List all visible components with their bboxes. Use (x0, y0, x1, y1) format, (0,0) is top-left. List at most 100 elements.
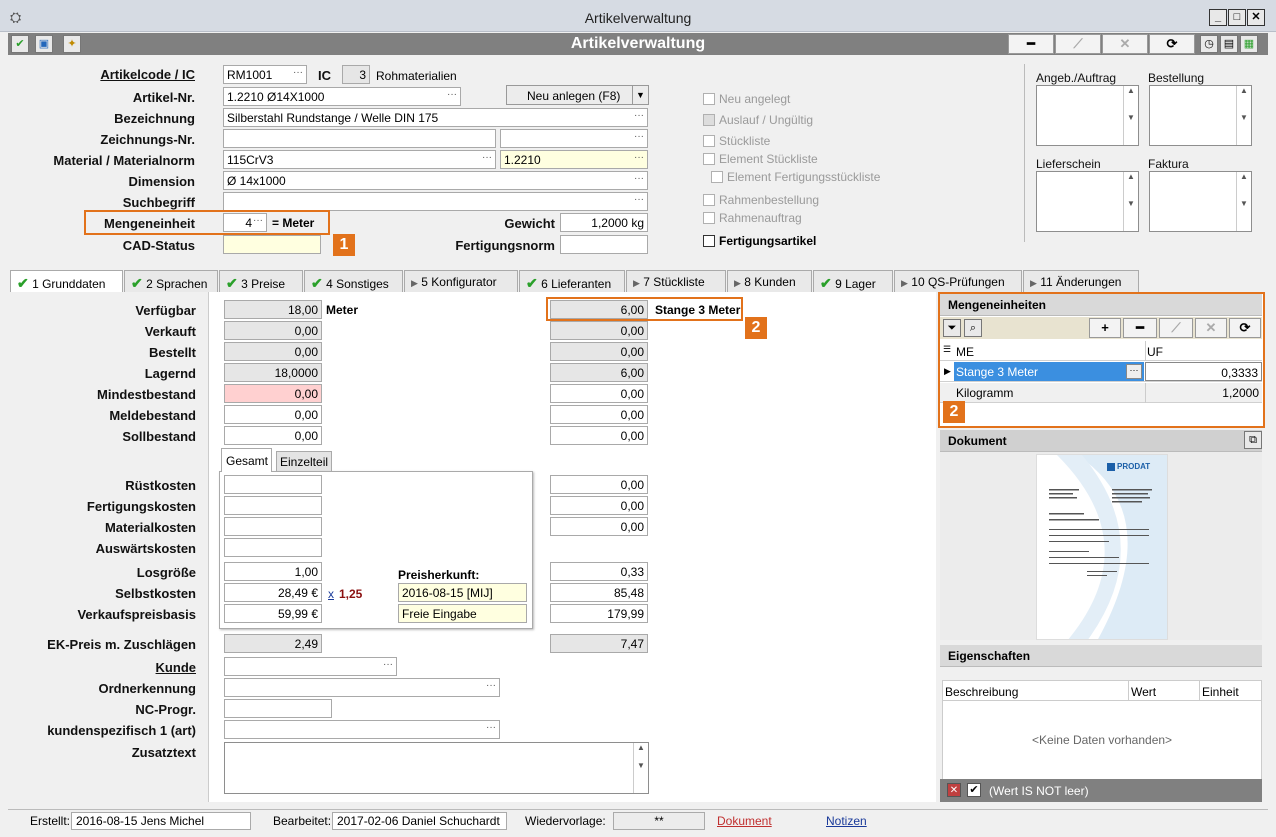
tab-sprachen[interactable]: ✔ 2 Sprachen (124, 270, 218, 292)
check-stueckliste[interactable]: Stückliste (703, 134, 770, 148)
zusatz-textarea[interactable]: ▲ ▼ (224, 742, 649, 794)
subtab-gesamt[interactable]: Gesamt (221, 448, 272, 472)
empty-message: <Keine Daten vorhanden> (1031, 733, 1173, 747)
lieferschein-textarea[interactable]: ▲ ▼ (1036, 171, 1139, 232)
col-wert[interactable]: Wert (1131, 685, 1156, 699)
dokument-link[interactable]: Dokument (717, 814, 772, 828)
cad-input[interactable] (223, 235, 321, 254)
check-auslauf[interactable]: Auslauf / Ungültig (703, 113, 813, 127)
check-element-stueckliste[interactable]: Element Stückliste (703, 152, 818, 166)
artikelnr-input[interactable]: 1.2210 Ø14X1000 ··· (223, 87, 461, 106)
cost-value-1[interactable] (224, 538, 322, 557)
close-icon[interactable]: ✕ (1247, 9, 1265, 26)
zeichnung-input[interactable] (223, 129, 496, 148)
tab-lieferanten[interactable]: ✔ 6 Lieferanten (519, 270, 625, 292)
suchbegriff-input[interactable]: ··· (223, 192, 648, 211)
ordner-label: Ordnerkennung (98, 681, 196, 696)
bezeichnung-input[interactable]: Silberstahl Rundstange / Welle DIN 175 ··… (223, 108, 648, 127)
restore-icon[interactable]: ⧉ (1244, 431, 1262, 449)
minimize-icon[interactable]: _ (1209, 9, 1227, 26)
gewicht-input[interactable]: 1,2000 kg (560, 213, 648, 232)
col-beschreibung[interactable]: Beschreibung (945, 685, 1018, 699)
stock-value-1[interactable]: 0,00 (224, 384, 322, 403)
cost-value-2[interactable]: 85,48 (550, 583, 648, 602)
stock-value-2[interactable]: 0,00 (550, 405, 648, 424)
kunde-input[interactable]: ··· (224, 657, 397, 676)
tab-sonstiges[interactable]: ✔ 4 Sonstiges (304, 270, 403, 292)
cost-value-1[interactable] (224, 517, 322, 536)
document-thumbnail[interactable]: PRODAT (1036, 454, 1168, 640)
cost-value-2[interactable]: 0,33 (550, 562, 648, 581)
filter-text: (Wert IS NOT leer) (989, 784, 1089, 798)
cost-value-1[interactable]: 1,00 (224, 562, 322, 581)
tab-stueckliste[interactable]: ▶ 7 Stückliste (626, 270, 726, 292)
check-fertigungsartikel[interactable]: Fertigungsartikel (703, 234, 816, 248)
stock-value-1[interactable]: 0,00 (224, 426, 322, 445)
subtab-einzelteil[interactable]: Einzelteil (276, 451, 332, 472)
materialnorm-input[interactable]: 1.2210 ··· (500, 150, 648, 169)
artikelcode-input[interactable]: RM1001 ··· (223, 65, 307, 84)
export-icon[interactable]: ▦ (1240, 35, 1258, 53)
stock-value-1[interactable]: 18,00 (224, 300, 322, 319)
cost-value-2[interactable]: 0,00 (550, 475, 648, 494)
stock-value-1[interactable]: 0,00 (224, 405, 322, 424)
neu-anlegen-button[interactable]: Neu anlegen (F8) ▼ (506, 85, 649, 105)
col-einheit[interactable]: Einheit (1202, 685, 1239, 699)
cost-value-1[interactable]: 28,49 € (224, 583, 322, 602)
artikelnr-label: Artikel-Nr. (132, 90, 195, 105)
stock-value-1[interactable]: 0,00 (224, 342, 322, 361)
cost-value-2[interactable]: 0,00 (550, 517, 648, 536)
tab-preise[interactable]: ✔ 3 Preise (219, 270, 303, 292)
nc-input[interactable] (224, 699, 332, 718)
cost-value-2[interactable]: 179,99 (550, 604, 648, 623)
tab-aenderungen[interactable]: ▶ 11 Änderungen (1023, 270, 1139, 292)
dimension-input[interactable]: Ø 14x1000 ··· (223, 171, 648, 190)
stock-value-2[interactable]: 0,00 (550, 321, 648, 340)
check-neu-angelegt[interactable]: Neu angelegt (703, 92, 790, 106)
ic-input[interactable]: 3 (342, 65, 370, 84)
preisherkunft-date: 2016-08-15 [MIJ] (398, 583, 527, 602)
refresh-button[interactable]: ⟳ (1149, 34, 1195, 54)
check-rahmenauftrag[interactable]: Rahmenauftrag (703, 211, 802, 225)
filter-checkbox[interactable]: ✔ (967, 783, 981, 797)
material-input[interactable]: 115CrV3 ··· (223, 150, 496, 169)
check-rahmenbestellung[interactable]: Rahmenbestellung (703, 193, 819, 207)
stock-value-1[interactable]: 18,0000 (224, 363, 322, 382)
zeichnung-input-2[interactable]: ··· (500, 129, 648, 148)
tab-konfigurator[interactable]: ▶ 5 Konfigurator (404, 270, 518, 292)
faktura-textarea[interactable]: ▲ ▼ (1149, 171, 1252, 232)
window-title: Artikelverwaltung (584, 10, 692, 26)
wiedervorlage-button[interactable]: ** (613, 812, 705, 830)
notizen-link[interactable]: Notizen (826, 814, 867, 828)
cost-value-2[interactable]: 0,00 (550, 496, 648, 515)
tab-kunden[interactable]: ▶ 8 Kunden (727, 270, 812, 292)
chevron-down-icon[interactable]: ▼ (632, 86, 648, 104)
clear-filter-icon[interactable]: ✕ (947, 783, 961, 797)
stock-value-1[interactable]: 0,00 (224, 321, 322, 340)
tab-grunddaten[interactable]: ✔ 1 Grunddaten (10, 270, 123, 293)
fertigungsnorm-input[interactable] (560, 235, 648, 254)
cost-value-1[interactable]: 59,99 € (224, 604, 322, 623)
stock-value-2[interactable]: 0,00 (550, 384, 648, 403)
edit-button[interactable]: ⟋ (1055, 34, 1101, 54)
stock-value-2[interactable]: 0,00 (550, 342, 648, 361)
angeb-textarea[interactable]: ▲ ▼ (1036, 85, 1139, 146)
factor-x-link[interactable]: x (328, 587, 334, 601)
bestellung-textarea[interactable]: ▲ ▼ (1149, 85, 1252, 146)
tab-qs-pruefungen[interactable]: ▶ 10 QS-Prüfungen (894, 270, 1022, 292)
remove-button[interactable]: ━ (1008, 34, 1054, 54)
box-icon[interactable]: ▤ (1220, 35, 1238, 53)
stock-label: Bestellt (149, 345, 196, 360)
clock-icon[interactable]: ◷ (1200, 35, 1218, 53)
maximize-icon[interactable]: □ (1228, 9, 1246, 26)
cost-value-1[interactable] (224, 496, 322, 515)
check-element-fertigung[interactable]: Element Fertigungsstückliste (711, 170, 880, 184)
stock-value-2[interactable]: 6,00 (550, 363, 648, 382)
tab-lager[interactable]: ✔ 9 Lager (813, 270, 893, 292)
cost-value-1[interactable] (224, 475, 322, 494)
ordner-input[interactable]: ··· (224, 678, 500, 697)
kunden1-input[interactable]: ··· (224, 720, 500, 739)
cancel-button[interactable]: ✕ (1102, 34, 1148, 54)
stock-value-2[interactable]: 0,00 (550, 426, 648, 445)
zusatz-label: Zusatztext (131, 745, 196, 760)
